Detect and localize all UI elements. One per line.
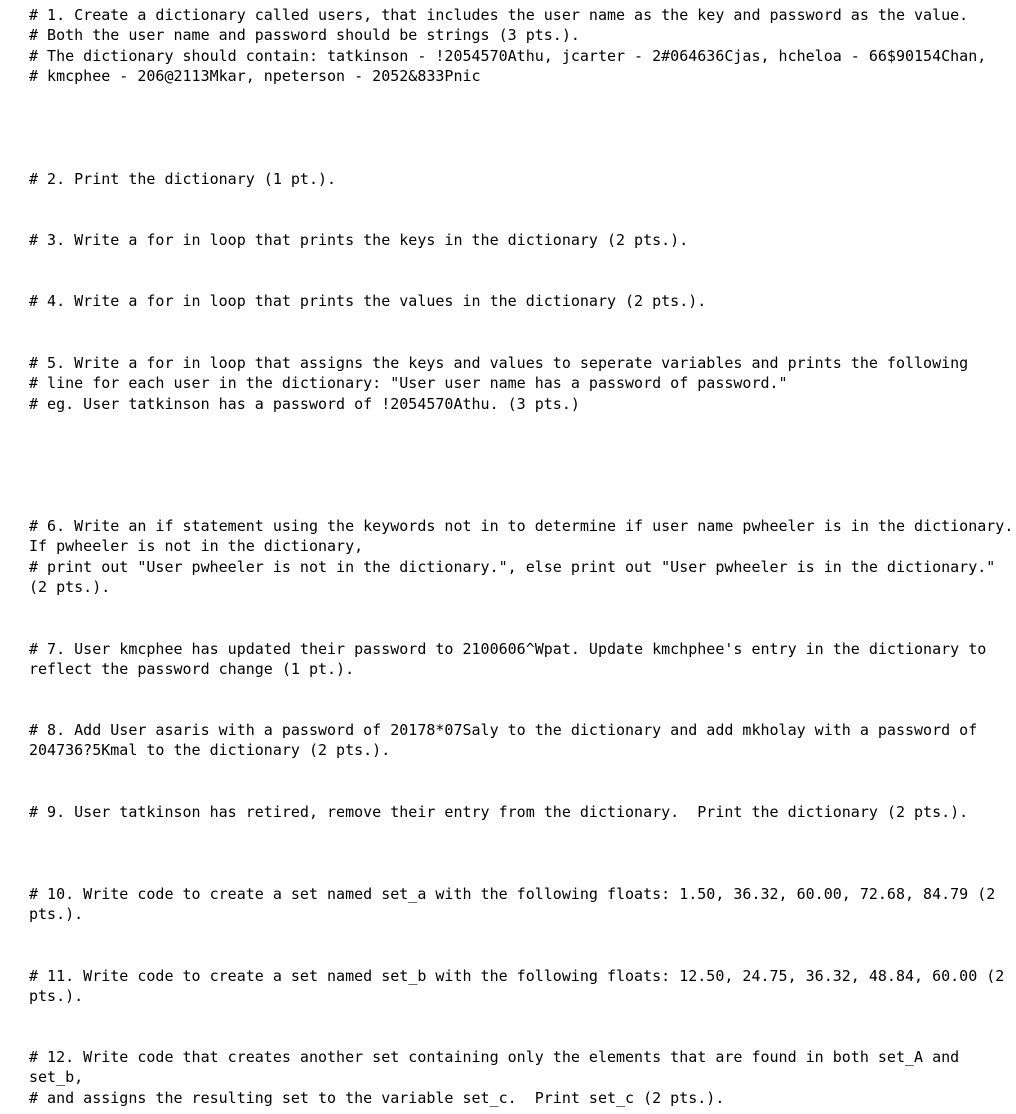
comment-line: # 10. Write code to create a set named s… — [29, 885, 1005, 924]
comment-line: # 3. Write a for in loop that prints the… — [29, 231, 689, 249]
question-4: # 4. Write a for in loop that prints the… — [29, 291, 1016, 311]
comment-line: # 11. Write code to create a set named s… — [29, 967, 1014, 1006]
comment-line: # line for each user in the dictionary: … — [29, 374, 788, 393]
question-8: # 8. Add User asaris with a password of … — [29, 720, 1016, 761]
comment-line: # 7. User kmcphee has updated their pass… — [29, 640, 996, 679]
comment-line: # kmcphee - 206@2113Mkar, npeterson - 20… — [29, 67, 481, 86]
comment-line: # 1. Create a dictionary called users, t… — [29, 6, 969, 24]
comment-line: # 8. Add User asaris with a password of … — [29, 721, 987, 760]
comment-line: # The dictionary should contain: tatkins… — [29, 46, 987, 65]
question-9: # 9. User tatkinson has retired, remove … — [29, 802, 1016, 822]
question-7: # 7. User kmcphee has updated their pass… — [29, 639, 1016, 680]
question-11: # 11. Write code to create a set named s… — [29, 966, 1016, 1007]
comment-line: # 9. User tatkinson has retired, remove … — [29, 803, 969, 821]
comment-line: # print out "User pwheeler is not in the… — [29, 557, 1005, 597]
comment-line: # eg. User tatkinson has a password of !… — [29, 394, 580, 413]
question-2: # 2. Print the dictionary (1 pt.). — [29, 169, 1016, 189]
assignment-sheet: # 1. Create a dictionary called users, t… — [0, 0, 1016, 1114]
comment-line: # 2. Print the dictionary (1 pt.). — [29, 170, 337, 188]
question-3: # 3. Write a for in loop that prints the… — [29, 230, 1016, 250]
comment-line: # 6. Write an if statement using the key… — [29, 517, 1014, 556]
comment-line: # Both the user name and password should… — [29, 26, 580, 45]
comment-line: # 5. Write a for in loop that assigns th… — [29, 354, 969, 372]
comment-line: # and assigns the resulting set to the v… — [29, 1088, 725, 1107]
question-1: # 1. Create a dictionary called users, t… — [29, 5, 1016, 87]
question-5: # 5. Write a for in loop that assigns th… — [29, 353, 1016, 414]
question-10: # 10. Write code to create a set named s… — [29, 884, 1016, 925]
question-6: # 6. Write an if statement using the key… — [29, 516, 1016, 598]
question-12: # 12. Write code that creates another se… — [29, 1047, 1016, 1108]
comment-line: # 12. Write code that creates another se… — [29, 1048, 969, 1087]
comment-line: # 4. Write a for in loop that prints the… — [29, 292, 707, 310]
